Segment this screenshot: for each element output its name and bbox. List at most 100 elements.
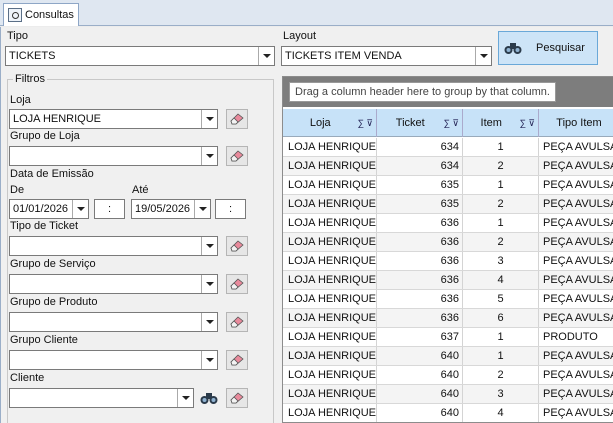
column-header-ticket[interactable]: Ticket ∑ ⊽ <box>377 109 463 137</box>
eraser-icon <box>230 316 244 328</box>
cell-loja: LOJA HENRIQUE <box>283 290 377 308</box>
ate-date-picker[interactable]: 19/05/2026 <box>131 199 211 219</box>
group-by-panel[interactable]: Drag a column header here to group by th… <box>283 77 613 107</box>
cell-ticket: 636 <box>377 214 463 232</box>
column-title: Ticket <box>395 117 425 129</box>
data-emissao-label: Data de Emissão <box>10 168 94 180</box>
cell-tipo-item: PEÇA AVULSA <box>539 214 613 232</box>
clear-loja-button[interactable] <box>226 109 248 129</box>
layout-label: Layout <box>283 30 317 42</box>
table-row[interactable]: LOJA HENRIQUE 636 1 PEÇA AVULSA <box>283 214 613 233</box>
table-row[interactable]: LOJA HENRIQUE 636 2 PEÇA AVULSA <box>283 233 613 252</box>
column-header-tipo-item[interactable]: Tipo Item <box>539 109 613 137</box>
clear-grupo-produto-button[interactable] <box>226 312 248 332</box>
column-header-loja[interactable]: Loja ∑ ⊽ <box>283 109 377 137</box>
de-time-input[interactable]: : <box>94 199 125 219</box>
layout-select[interactable]: TICKETS ITEM VENDA <box>281 46 492 66</box>
cell-item: 1 <box>463 347 539 365</box>
chevron-down-icon[interactable] <box>201 110 217 128</box>
cell-item: 2 <box>463 157 539 175</box>
cell-ticket: 640 <box>377 385 463 403</box>
grupo-loja-select[interactable] <box>9 146 218 166</box>
clear-grupo-servico-button[interactable] <box>226 274 248 294</box>
grupo-servico-label: Grupo de Serviço <box>10 258 96 270</box>
eraser-icon <box>230 278 244 290</box>
cell-tipo-item: PEÇA AVULSA <box>539 233 613 251</box>
binoculars-icon <box>504 43 522 54</box>
sum-filter-icon[interactable]: ∑ ⊽ <box>357 118 373 129</box>
cell-tipo-item: PEÇA AVULSA <box>539 252 613 270</box>
chevron-down-icon[interactable] <box>201 351 217 369</box>
chevron-down-icon[interactable] <box>201 313 217 331</box>
tipo-label: Tipo <box>7 30 28 42</box>
table-row[interactable]: LOJA HENRIQUE 636 3 PEÇA AVULSA <box>283 252 613 271</box>
table-row[interactable]: LOJA HENRIQUE 640 4 PEÇA AVULSA <box>283 404 613 422</box>
table-row[interactable]: LOJA HENRIQUE 636 4 PEÇA AVULSA <box>283 271 613 290</box>
chevron-down-icon[interactable] <box>201 237 217 255</box>
cell-tipo-item: PEÇA AVULSA <box>539 195 613 213</box>
tab-label: Consultas <box>25 9 74 21</box>
cell-loja: LOJA HENRIQUE <box>283 214 377 232</box>
chevron-down-icon[interactable] <box>258 47 274 65</box>
clear-grupo-loja-button[interactable] <box>226 146 248 166</box>
filtros-title: Filtros <box>13 73 47 85</box>
chevron-down-icon[interactable] <box>201 147 217 165</box>
cell-loja: LOJA HENRIQUE <box>283 138 377 156</box>
chevron-down-icon[interactable] <box>201 275 217 293</box>
cell-ticket: 636 <box>377 290 463 308</box>
clear-grupo-cliente-button[interactable] <box>226 350 248 370</box>
loja-value: LOJA HENRIQUE <box>13 113 102 125</box>
table-row[interactable]: LOJA HENRIQUE 635 1 PEÇA AVULSA <box>283 176 613 195</box>
sum-filter-icon[interactable]: ∑ ⊽ <box>519 118 535 129</box>
tab-consultas[interactable]: Consultas <box>3 3 79 26</box>
cell-item: 2 <box>463 195 539 213</box>
cell-loja: LOJA HENRIQUE <box>283 195 377 213</box>
cell-tipo-item: PEÇA AVULSA <box>539 347 613 365</box>
table-row[interactable]: LOJA HENRIQUE 636 5 PEÇA AVULSA <box>283 290 613 309</box>
tipo-select[interactable]: TICKETS <box>5 46 275 66</box>
table-row[interactable]: LOJA HENRIQUE 635 2 PEÇA AVULSA <box>283 195 613 214</box>
grupo-produto-select[interactable] <box>9 312 218 332</box>
search-button[interactable]: Pesquisar <box>498 31 598 65</box>
table-row[interactable]: LOJA HENRIQUE 640 2 PEÇA AVULSA <box>283 366 613 385</box>
grupo-produto-label: Grupo de Produto <box>10 296 98 308</box>
search-cliente-button[interactable] <box>198 388 220 408</box>
grid-header: Loja ∑ ⊽ Ticket ∑ ⊽ Item ∑ ⊽ Tipo Item <box>283 109 613 137</box>
cell-tipo-item: PEÇA AVULSA <box>539 290 613 308</box>
binoculars-icon <box>200 393 218 404</box>
tipo-value: TICKETS <box>9 50 56 62</box>
calendar-dropdown-icon[interactable] <box>194 200 210 218</box>
table-row[interactable]: LOJA HENRIQUE 634 2 PEÇA AVULSA <box>283 157 613 176</box>
column-header-item[interactable]: Item ∑ ⊽ <box>463 109 539 137</box>
table-row[interactable]: LOJA HENRIQUE 636 6 PEÇA AVULSA <box>283 309 613 328</box>
cell-ticket: 634 <box>377 157 463 175</box>
grupo-servico-select[interactable] <box>9 274 218 294</box>
tipo-ticket-select[interactable] <box>9 236 218 256</box>
sum-filter-icon[interactable]: ∑ ⊽ <box>443 118 459 129</box>
grupo-cliente-select[interactable] <box>9 350 218 370</box>
cell-ticket: 635 <box>377 195 463 213</box>
table-row[interactable]: LOJA HENRIQUE 637 1 PRODUTO <box>283 328 613 347</box>
cell-item: 6 <box>463 309 539 327</box>
ate-label: Até <box>132 184 149 196</box>
tipo-ticket-label: Tipo de Ticket <box>10 220 79 232</box>
table-row[interactable]: LOJA HENRIQUE 634 1 PEÇA AVULSA <box>283 138 613 157</box>
chevron-down-icon[interactable] <box>177 389 193 407</box>
cell-item: 2 <box>463 366 539 384</box>
table-row[interactable]: LOJA HENRIQUE 640 1 PEÇA AVULSA <box>283 347 613 366</box>
cell-item: 1 <box>463 138 539 156</box>
loja-select[interactable]: LOJA HENRIQUE <box>9 109 218 129</box>
de-date-value: 01/01/2026 <box>13 203 69 215</box>
calendar-dropdown-icon[interactable] <box>72 200 88 218</box>
clear-tipo-ticket-button[interactable] <box>226 236 248 256</box>
column-title: Item <box>480 117 502 129</box>
cell-loja: LOJA HENRIQUE <box>283 347 377 365</box>
chevron-down-icon[interactable] <box>475 47 491 65</box>
ate-time-input[interactable]: : <box>215 199 246 219</box>
table-row[interactable]: LOJA HENRIQUE 640 3 PEÇA AVULSA <box>283 385 613 404</box>
cliente-select[interactable] <box>9 388 194 408</box>
search-document-icon <box>8 8 22 22</box>
clear-cliente-button[interactable] <box>226 388 248 408</box>
de-date-picker[interactable]: 01/01/2026 <box>9 199 89 219</box>
cell-ticket: 640 <box>377 347 463 365</box>
